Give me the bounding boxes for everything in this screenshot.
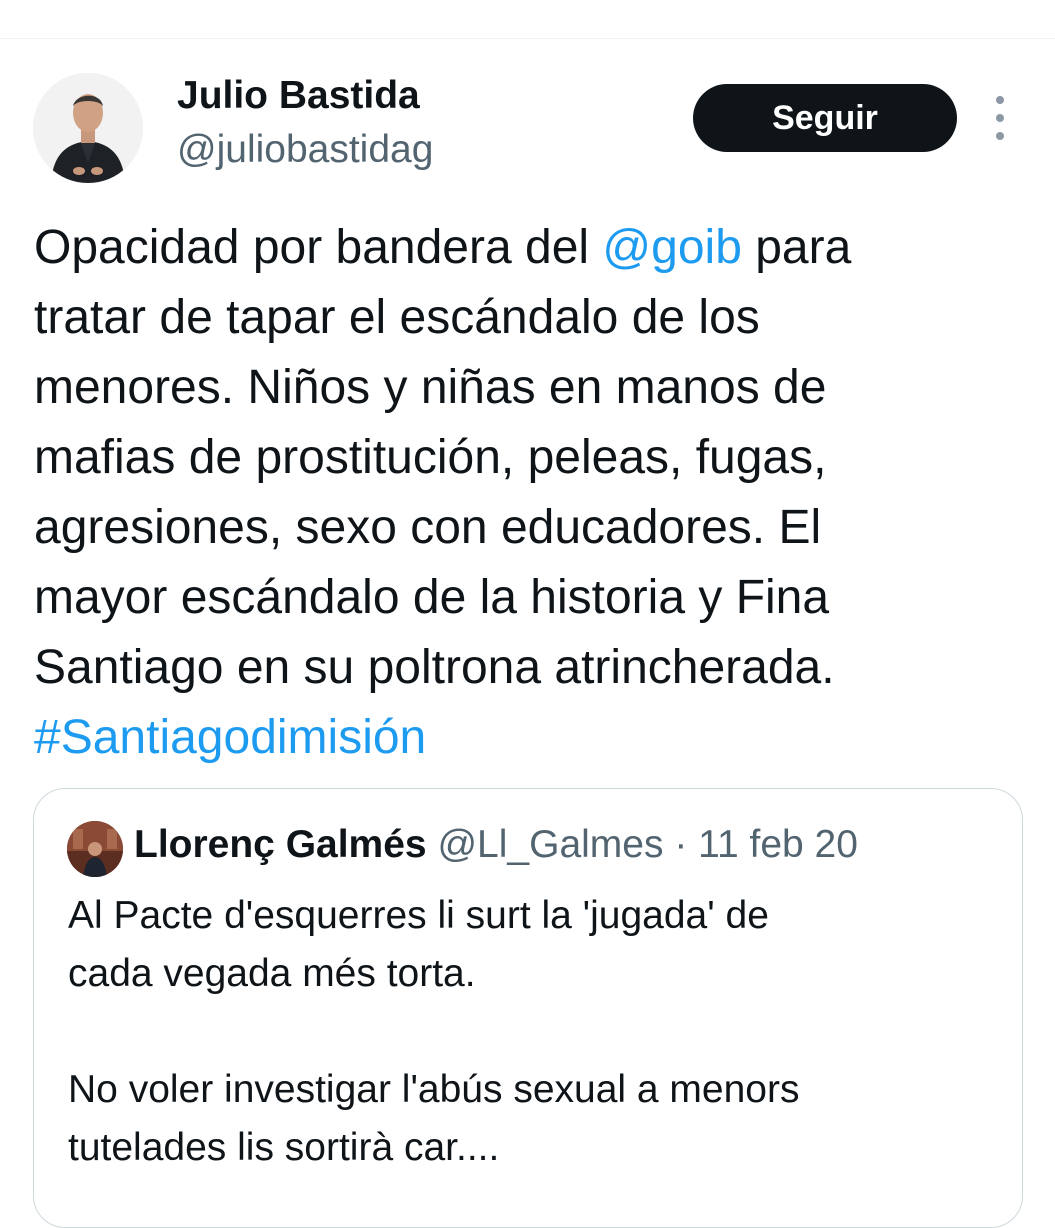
tweet-text-segment: Opacidad por bandera del — [34, 221, 603, 274]
dot — [996, 96, 1004, 104]
tweet-text: Opacidad por bandera del @goib para trat… — [34, 213, 1024, 773]
quoted-author-handle: @Ll_Galmes — [437, 823, 664, 866]
dot — [996, 132, 1004, 140]
quoted-tweet-text: Al Pacte d'esquerres li surt la 'jugada'… — [68, 894, 800, 1169]
dot — [996, 114, 1004, 122]
author-avatar[interactable] — [33, 73, 143, 183]
follow-button[interactable]: Seguir — [693, 84, 957, 152]
separator: · — [663, 823, 699, 866]
tweet: Julio Bastida @juliobastidag Seguir Opac… — [0, 0, 1055, 1228]
mention-link[interactable]: @goib — [602, 221, 741, 274]
author-handle[interactable]: @juliobastidag — [177, 128, 433, 172]
more-options-icon[interactable] — [985, 96, 1015, 140]
quoted-author-avatar — [67, 821, 123, 877]
author-name[interactable]: Julio Bastida — [177, 74, 420, 118]
quoted-tweet-date: 11 feb 20 — [698, 823, 858, 866]
tweet-text-segment: para tratar de tapar el escándalo de los… — [34, 221, 852, 694]
quoted-tweet-card[interactable]: Llorenç Galmés @Ll_Galmes · 11 feb 20 Al… — [33, 788, 1023, 1228]
hashtag-link[interactable]: #Santiagodimisión — [34, 711, 426, 764]
quoted-author-name: Llorenç Galmés — [134, 823, 427, 866]
quoted-tweet-header: Llorenç Galmés @Ll_Galmes · 11 feb 20 — [134, 823, 858, 867]
